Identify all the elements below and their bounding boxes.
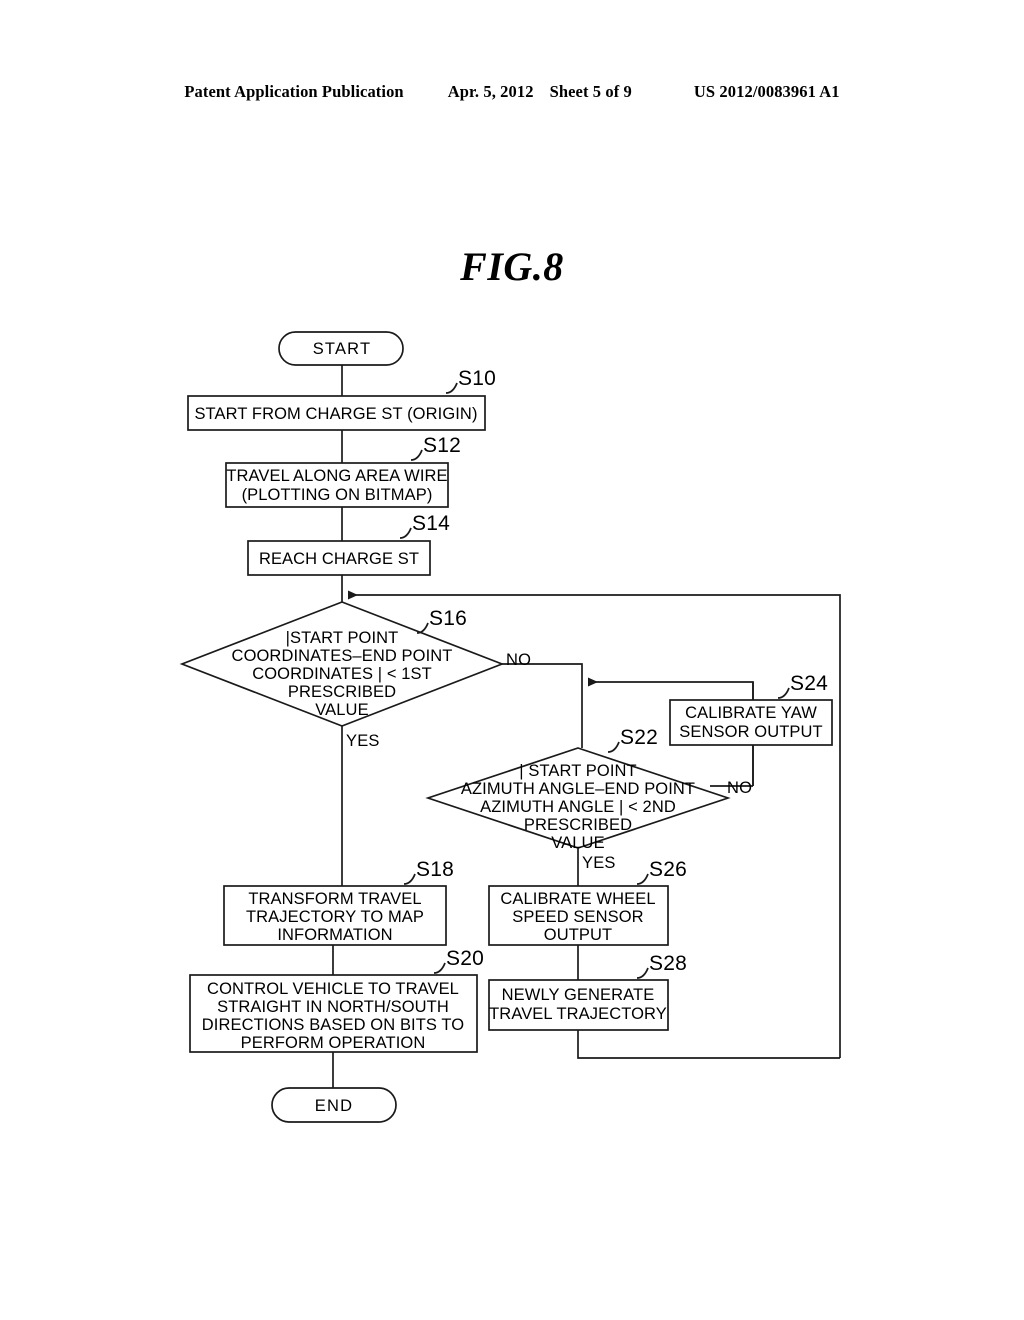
decision-s16: |START POINT COORDINATES–END POINT COORD… [179, 601, 531, 750]
process-s20-line-3: PERFORM OPERATION [241, 1034, 426, 1052]
decision-s22: | START POINT AZIMUTH ANGLE–END POINT AZ… [425, 726, 752, 872]
step-label-s20: S20 [446, 947, 484, 970]
process-s18: TRANSFORM TRAVEL TRAJECTORY TO MAP INFOR… [223, 858, 454, 946]
decision-s22-line-4: VALUE [551, 834, 604, 852]
terminator-end: END [271, 1087, 397, 1123]
terminator-start-label: START [313, 340, 372, 358]
decision-s16-line-1: COORDINATES–END POINT [232, 647, 453, 665]
terminator-start: START [278, 331, 404, 366]
process-s14: REACH CHARGE ST S14 [247, 512, 450, 576]
decision-s22-line-2: AZIMUTH ANGLE | < 2ND [480, 798, 676, 816]
process-s10-line-0: START FROM CHARGE ST (ORIGIN) [194, 405, 477, 423]
leader-s28 [636, 967, 649, 979]
process-s26-line-2: OUTPUT [544, 926, 612, 944]
leader-s12 [410, 449, 423, 461]
process-s14-line-0: REACH CHARGE ST [259, 550, 419, 568]
leader-s24 [777, 687, 790, 699]
process-s18-line-0: TRANSFORM TRAVEL [248, 890, 421, 908]
process-s24-line-1: SENSOR OUTPUT [679, 723, 822, 741]
process-s20-line-2: DIRECTIONS BASED ON BITS TO [202, 1016, 465, 1034]
step-label-s12: S12 [423, 434, 461, 457]
terminator-end-label: END [315, 1097, 353, 1115]
process-s12-line-0: TRAVEL ALONG AREA WIRE [226, 467, 447, 485]
decision-s16-line-0: |START POINT [286, 629, 399, 647]
decision-s16-line-2: COORDINATES | < 1ST [252, 665, 432, 683]
decision-s22-line-0: | START POINT [519, 762, 636, 780]
process-s28-line-1: TRAVEL TRAJECTORY [489, 1005, 667, 1023]
decision-s22-line-3: PRESCRIBED [524, 816, 632, 834]
leader-s22 [607, 741, 620, 753]
process-s12: TRAVEL ALONG AREA WIRE (PLOTTING ON BITM… [225, 434, 461, 508]
leader-s14 [399, 527, 412, 539]
step-label-s24: S24 [790, 672, 828, 695]
process-s18-line-1: TRAJECTORY TO MAP [246, 908, 424, 926]
connector-s16-no-to-s22 [502, 663, 583, 748]
process-s24-line-0: CALIBRATE YAW [685, 704, 817, 722]
step-label-s10: S10 [458, 367, 496, 390]
step-label-s22: S22 [620, 726, 658, 749]
decision-s16-line-4: VALUE [315, 701, 368, 719]
leader-s20 [433, 962, 446, 974]
step-label-s18: S18 [416, 858, 454, 881]
process-s18-line-2: INFORMATION [277, 926, 392, 944]
branch-label-s16-yes: YES [346, 732, 380, 750]
decision-s16-line-3: PRESCRIBED [288, 683, 396, 701]
branch-label-s22-yes: YES [582, 854, 616, 872]
connector-s28-to-loop [577, 1030, 840, 1059]
branch-label-s16-no: NO [506, 651, 531, 669]
leader-s26 [636, 873, 649, 885]
process-s12-line-1: (PLOTTING ON BITMAP) [242, 486, 433, 504]
process-s20-line-1: STRAIGHT IN NORTH/SOUTH [217, 998, 449, 1016]
step-label-s28: S28 [649, 952, 687, 975]
leader-s10 [445, 382, 458, 394]
process-s28: NEWLY GENERATE TRAVEL TRAJECTORY S28 [488, 952, 687, 1031]
process-s20-line-0: CONTROL VEHICLE TO TRAVEL [207, 980, 459, 998]
step-label-s14: S14 [412, 512, 450, 535]
process-s24: CALIBRATE YAW SENSOR OUTPUT S24 [669, 672, 833, 746]
flowchart-diagram: START START FROM CHARGE ST (ORIGIN) S10 … [179, 331, 841, 1123]
process-s26-line-0: CALIBRATE WHEEL [500, 890, 655, 908]
decision-s22-line-1: AZIMUTH ANGLE–END POINT [461, 780, 695, 798]
leader-s18 [403, 873, 416, 885]
process-s26-line-1: SPEED SENSOR [512, 908, 643, 926]
branch-label-s22-no: NO [727, 779, 752, 797]
step-label-s16: S16 [429, 607, 467, 630]
step-label-s26: S26 [649, 858, 687, 881]
process-s20: CONTROL VEHICLE TO TRAVEL STRAIGHT IN NO… [189, 947, 484, 1053]
process-s28-line-0: NEWLY GENERATE [502, 986, 655, 1004]
